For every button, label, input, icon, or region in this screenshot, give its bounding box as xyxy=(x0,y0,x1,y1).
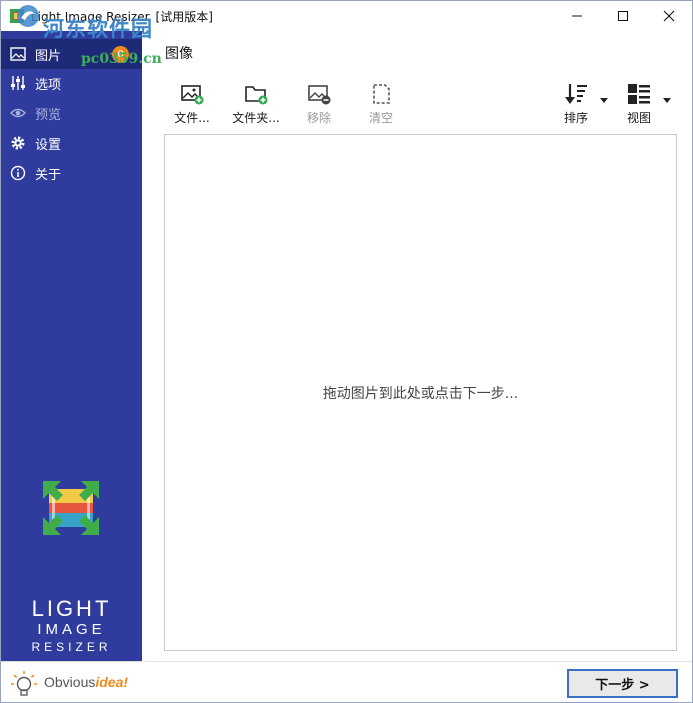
brand-line-image: IMAGE xyxy=(37,621,106,638)
next-button[interactable]: 下一步 > xyxy=(567,669,678,698)
sidebar-item-about[interactable]: 关于 xyxy=(1,158,142,188)
sort-icon xyxy=(563,81,589,107)
clear-icon xyxy=(368,81,394,107)
sliders-icon xyxy=(9,74,27,92)
trial-tag: [试用版本] xyxy=(155,10,213,24)
minimize-icon xyxy=(572,15,582,17)
add-folder-button[interactable]: 文件夹... xyxy=(231,81,281,129)
sidebar-item-label: 关于 xyxy=(35,167,62,183)
sidebar-item-label: 预览 xyxy=(35,107,62,123)
vendor-logo[interactable]: Obviousidea! xyxy=(1,661,142,702)
view-list-icon xyxy=(626,81,652,107)
sidebar-item-label: 选项 xyxy=(35,77,62,93)
sidebar-item-settings[interactable]: 设置 xyxy=(1,128,142,158)
sidebar-item-label: 设置 xyxy=(35,137,62,153)
watermark-logo-icon xyxy=(17,5,39,27)
close-button[interactable] xyxy=(646,1,692,31)
remove-label: 移除 xyxy=(306,111,331,125)
add-file-button[interactable]: 文件... xyxy=(171,81,213,129)
view-dropdown-chevron-down-icon[interactable] xyxy=(663,98,671,104)
watermark-url: pc0359.cn xyxy=(81,51,162,67)
drop-hint: 拖动图片到此处或点击下一步... xyxy=(322,386,519,402)
watermark-text: 河东软件园 xyxy=(43,16,153,41)
sidebar-item-label: 图片 xyxy=(35,48,62,64)
add-image-icon xyxy=(179,81,205,107)
sidebar: 图片 0 选项 预览 设置 关于 LIGHT IMAGE RESIZER xyxy=(1,31,142,661)
sidebar-item-options[interactable]: 选项 xyxy=(1,68,142,98)
clear-button[interactable]: 清空 xyxy=(365,81,397,129)
maximize-icon xyxy=(618,11,628,21)
image-drop-area[interactable]: 拖动图片到此处或点击下一步... xyxy=(164,134,677,651)
maximize-button[interactable] xyxy=(600,1,646,31)
minimize-button[interactable] xyxy=(554,1,600,31)
product-logo-icon xyxy=(43,481,99,535)
sort-label: 排序 xyxy=(563,111,588,125)
lightbulb-icon xyxy=(11,671,37,696)
vendor-name-part2: idea! xyxy=(95,674,129,690)
vendor-name: Obviousidea! xyxy=(44,674,128,690)
clear-label: 清空 xyxy=(368,111,393,125)
add-file-label: 文件... xyxy=(174,111,210,125)
footer-divider xyxy=(142,661,692,662)
brand-line-light: LIGHT xyxy=(31,596,112,621)
eye-icon xyxy=(9,104,27,122)
close-icon xyxy=(663,10,675,22)
sort-button[interactable]: 排序 xyxy=(559,81,593,129)
view-button[interactable]: 视图 xyxy=(622,81,656,129)
page-title: 图像 xyxy=(165,46,193,62)
app-window: Light Image Resizer [试用版本] 图片 0 选项 预览 设置… xyxy=(0,0,693,703)
gear-icon xyxy=(9,134,27,152)
vendor-name-part1: Obvious xyxy=(44,674,96,690)
brand-line-resizer: RESIZER xyxy=(31,640,112,654)
sidebar-item-preview[interactable]: 预览 xyxy=(1,98,142,128)
remove-button[interactable]: 移除 xyxy=(301,81,337,129)
remove-image-icon xyxy=(306,81,332,107)
add-folder-icon xyxy=(243,81,269,107)
info-icon xyxy=(9,164,27,182)
sort-dropdown-chevron-down-icon[interactable] xyxy=(600,98,608,104)
image-icon xyxy=(9,45,27,63)
view-label: 视图 xyxy=(626,111,651,125)
add-folder-label: 文件夹... xyxy=(232,111,280,125)
